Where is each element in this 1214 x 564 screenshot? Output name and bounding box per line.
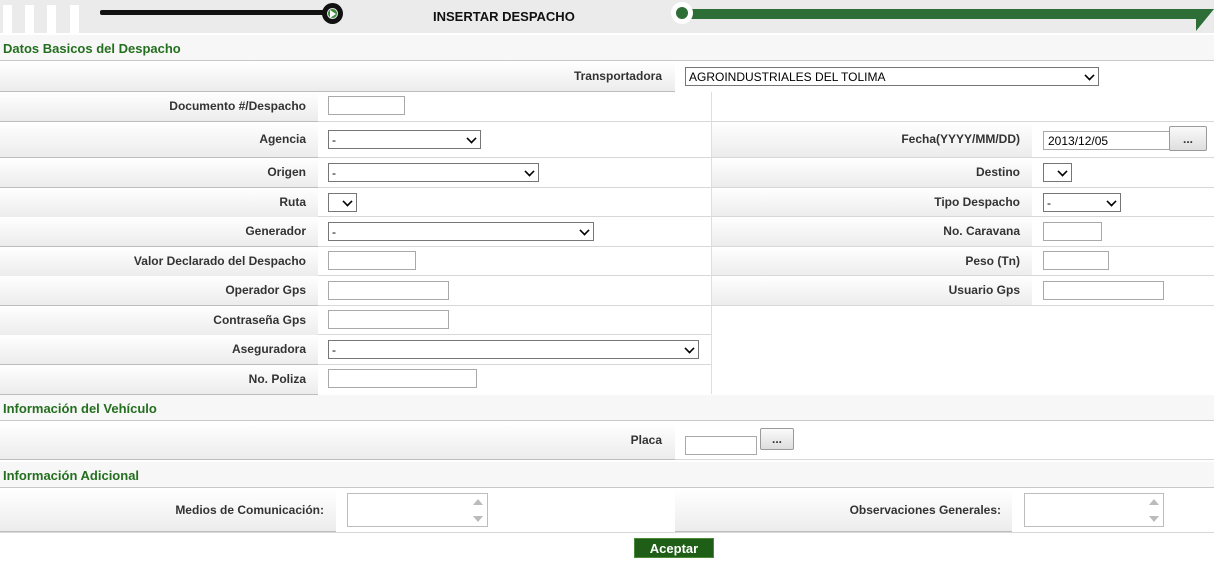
row-divider — [318, 334, 712, 335]
no-poliza-label: No. Poliza — [248, 372, 306, 386]
row-divider — [0, 532, 1214, 533]
placa-search-button[interactable]: ... — [760, 428, 794, 450]
no-caravana-label: No. Caravana — [943, 224, 1020, 238]
row-divider — [318, 305, 1214, 306]
progress-track-end — [1196, 9, 1214, 31]
observaciones-value — [1025, 494, 1031, 500]
section-additional: Información Adicional — [0, 462, 1214, 488]
peso-input[interactable] — [1043, 251, 1109, 270]
ruta-label: Ruta — [279, 195, 306, 209]
fecha-input[interactable] — [1043, 131, 1170, 150]
progress-knob-inner — [676, 7, 688, 19]
row-divider — [318, 246, 1214, 247]
observaciones-label: Observaciones Generales: — [849, 503, 1001, 517]
row-divider — [318, 364, 712, 365]
page-title: INSERTAR DESPACHO — [433, 9, 575, 24]
section-title: Información Adicional — [3, 468, 140, 483]
row-divider — [318, 121, 1214, 122]
transportadora-select[interactable]: AGROINDUSTRIALES DEL TOLIMA — [685, 67, 1099, 86]
header-stripe — [25, 5, 34, 33]
no-poliza-input[interactable] — [328, 369, 477, 388]
valor-declarado-label: Valor Declarado del Despacho — [133, 254, 306, 268]
scroll-up-icon[interactable] — [1149, 499, 1159, 505]
agencia-value: - — [332, 133, 336, 147]
scroll-down-icon[interactable] — [473, 516, 483, 522]
origen-value: - — [332, 166, 336, 180]
section-vehicle: Información del Vehículo — [0, 395, 1214, 421]
documento-label: Documento #/Despacho — [169, 99, 306, 113]
aseguradora-value: - — [332, 343, 336, 357]
chevron-down-icon — [684, 343, 695, 354]
fecha-label: Fecha(YYYY/MM/DD) — [901, 132, 1020, 146]
agencia-label: Agencia — [259, 132, 306, 146]
scroll-down-icon[interactable] — [1149, 516, 1159, 522]
section-basic: Datos Basicos del Despacho — [0, 35, 1214, 61]
fecha-picker-button[interactable]: ... — [1169, 126, 1207, 151]
medios-value — [348, 494, 354, 500]
row-divider — [318, 157, 1214, 158]
header-stripe — [3, 5, 12, 33]
generador-value: - — [332, 225, 336, 239]
transportadora-label: Transportadora — [573, 69, 662, 83]
header-stripe — [70, 5, 79, 33]
row-divider — [318, 187, 1214, 188]
chevron-down-icon — [1057, 166, 1068, 177]
contrasena-gps-input[interactable] — [328, 310, 449, 329]
section-title: Información del Vehículo — [3, 401, 157, 416]
valor-declarado-input[interactable] — [328, 251, 416, 270]
ruta-select[interactable] — [328, 193, 357, 212]
origen-label: Origen — [267, 165, 306, 179]
contrasena-gps-label: Contraseña Gps — [213, 313, 306, 327]
agencia-select[interactable]: - — [328, 130, 481, 149]
transportadora-value: AGROINDUSTRIALES DEL TOLIMA — [689, 70, 886, 84]
operador-gps-label: Operador Gps — [225, 283, 306, 297]
chevron-down-icon — [342, 196, 353, 207]
chevron-down-icon — [524, 166, 535, 177]
peso-label: Peso (Tn) — [965, 254, 1020, 268]
tipo-despacho-label: Tipo Despacho — [934, 195, 1020, 209]
progress-track-right — [686, 9, 1200, 19]
chevron-down-icon — [466, 133, 477, 144]
usuario-gps-input[interactable] — [1043, 281, 1164, 300]
scroll-up-icon[interactable] — [473, 499, 483, 505]
progress-track-left — [100, 10, 336, 15]
placa-input[interactable] — [685, 436, 757, 455]
row-divider — [318, 275, 1214, 276]
tipo-despacho-value: - — [1047, 196, 1051, 210]
tipo-despacho-select[interactable]: - — [1043, 193, 1121, 212]
accept-button[interactable]: Aceptar — [634, 538, 714, 558]
operador-gps-input[interactable] — [328, 281, 449, 300]
medios-label: Medios de Comunicación: — [175, 503, 324, 517]
observaciones-textarea[interactable] — [1024, 493, 1164, 527]
header-stripe — [47, 5, 56, 33]
placa-label: Placa — [630, 433, 662, 447]
generador-select[interactable]: - — [328, 222, 594, 241]
aseguradora-select[interactable]: - — [328, 340, 699, 359]
aseguradora-label: Aseguradora — [231, 342, 306, 356]
medios-textarea[interactable] — [347, 493, 488, 527]
chevron-down-icon — [1084, 70, 1095, 81]
destino-label: Destino — [975, 165, 1020, 179]
generador-label: Generador — [245, 224, 306, 238]
usuario-gps-label: Usuario Gps — [948, 283, 1020, 297]
chevron-down-icon — [1106, 196, 1117, 207]
origen-select[interactable]: - — [328, 163, 539, 182]
documento-input[interactable] — [328, 96, 405, 115]
destino-select[interactable] — [1043, 163, 1072, 182]
no-caravana-input[interactable] — [1043, 222, 1102, 241]
section-title: Datos Basicos del Despacho — [3, 41, 181, 56]
row-divider — [318, 216, 1214, 217]
row-divider — [675, 459, 1214, 460]
chevron-down-icon — [579, 225, 590, 236]
play-arrow-icon — [330, 10, 336, 18]
